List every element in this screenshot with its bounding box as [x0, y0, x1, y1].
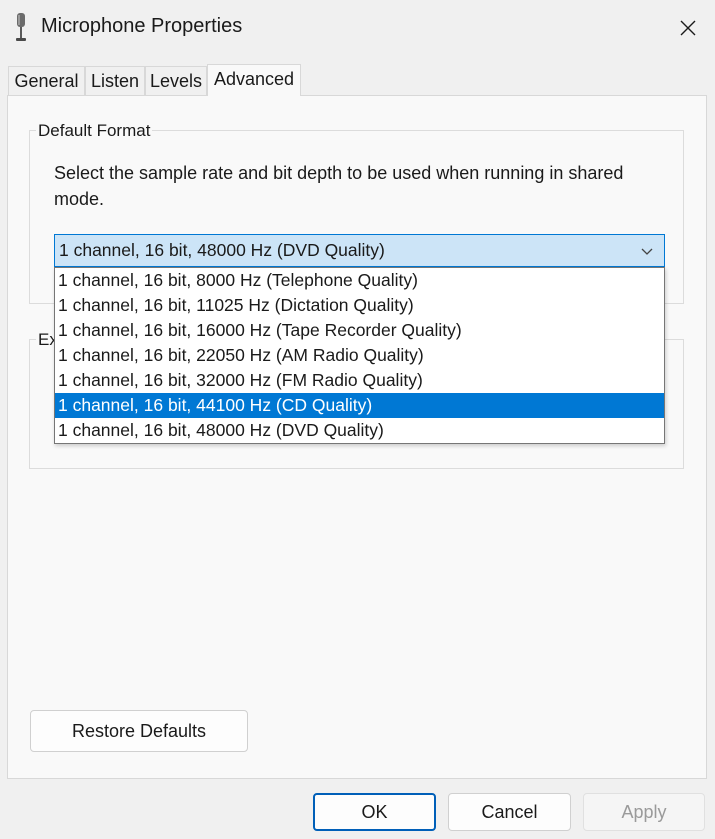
option-16000hz[interactable]: 1 channel, 16 bit, 16000 Hz (Tape Record… [55, 318, 664, 343]
option-22050hz[interactable]: 1 channel, 16 bit, 22050 Hz (AM Radio Qu… [55, 343, 664, 368]
option-8000hz[interactable]: 1 channel, 16 bit, 8000 Hz (Telephone Qu… [55, 268, 664, 293]
properties-window: Microphone Properties General Listen Lev… [0, 0, 715, 839]
apply-button[interactable]: Apply [583, 793, 705, 831]
microphone-icon [16, 13, 26, 41]
option-32000hz[interactable]: 1 channel, 16 bit, 32000 Hz (FM Radio Qu… [55, 368, 664, 393]
ok-button[interactable]: OK [313, 793, 436, 831]
sample-rate-dropdown[interactable]: 1 channel, 16 bit, 48000 Hz (DVD Quality… [54, 234, 665, 267]
tab-general[interactable]: General [8, 66, 85, 95]
close-icon [680, 20, 696, 36]
default-format-description: Select the sample rate and bit depth to … [54, 163, 624, 209]
tab-advanced[interactable]: Advanced [207, 64, 301, 96]
close-button[interactable] [668, 8, 708, 48]
option-11025hz[interactable]: 1 channel, 16 bit, 11025 Hz (Dictation Q… [55, 293, 664, 318]
title-bar: Microphone Properties [0, 0, 715, 56]
tab-listen[interactable]: Listen [85, 66, 145, 95]
chevron-down-icon [641, 248, 653, 255]
dropdown-selected-value: 1 channel, 16 bit, 48000 Hz (DVD Quality… [59, 240, 385, 260]
restore-defaults-button[interactable]: Restore Defaults [30, 710, 248, 752]
option-44100hz[interactable]: 1 channel, 16 bit, 44100 Hz (CD Quality) [55, 393, 664, 418]
tab-levels[interactable]: Levels [145, 66, 207, 95]
cancel-button[interactable]: Cancel [448, 793, 571, 831]
default-format-label: Default Format [36, 121, 153, 141]
window-title: Microphone Properties [41, 15, 243, 37]
sample-rate-options-list: 1 channel, 16 bit, 8000 Hz (Telephone Qu… [54, 267, 665, 444]
option-48000hz[interactable]: 1 channel, 16 bit, 48000 Hz (DVD Quality… [55, 418, 664, 443]
